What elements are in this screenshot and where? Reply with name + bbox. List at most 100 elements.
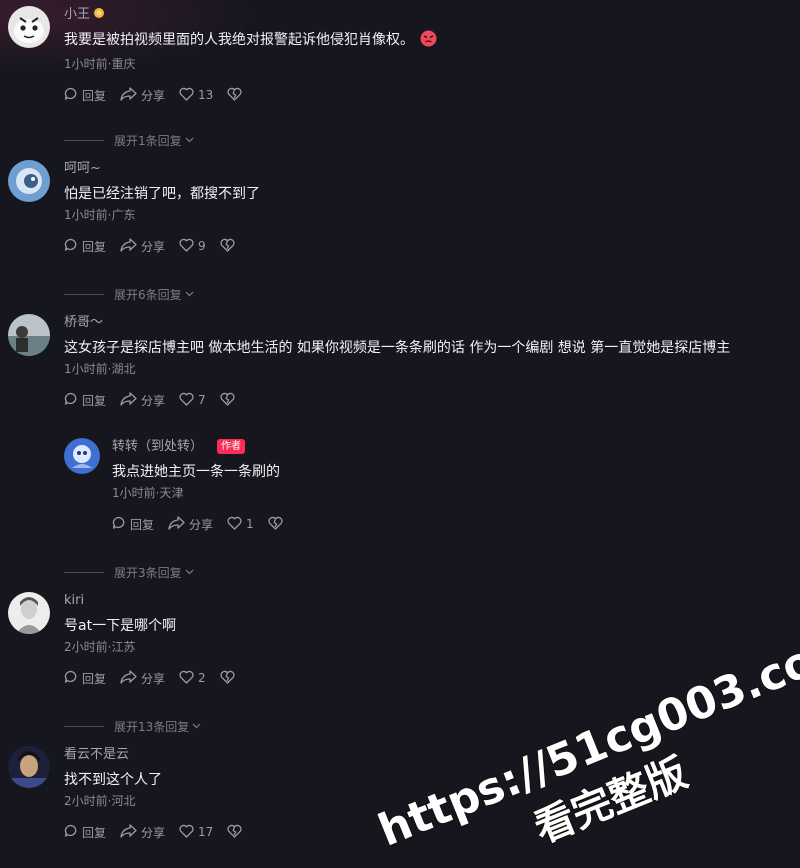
- dislike-icon: [220, 392, 239, 409]
- avatar[interactable]: [8, 314, 50, 356]
- expand-replies-button[interactable]: 展开3条回复: [64, 564, 194, 580]
- dislike-icon: [220, 238, 239, 255]
- dislike-icon: [227, 824, 246, 841]
- expand-replies-button[interactable]: 展开13条回复: [64, 718, 201, 734]
- divider: [64, 139, 104, 141]
- expand-label: 展开13条回复: [114, 719, 190, 734]
- like-count: 7: [198, 393, 206, 407]
- share-label: 分享: [189, 517, 214, 532]
- reply-button[interactable]: 回复: [64, 392, 106, 409]
- username[interactable]: kiri: [64, 592, 790, 610]
- comment-meta: 2小时前·河北: [64, 794, 136, 808]
- chevron-down-icon: [185, 565, 194, 579]
- heart-icon: [179, 87, 198, 104]
- like-count: 17: [198, 825, 214, 839]
- divider: [64, 293, 104, 295]
- reply-label: 回复: [82, 825, 107, 840]
- reply-label: 回复: [130, 517, 155, 532]
- dislike-icon: [227, 87, 246, 104]
- dislike-button[interactable]: [268, 516, 287, 533]
- reply-text: 我点进她主页一条一条刷的: [112, 464, 280, 480]
- dislike-button[interactable]: [227, 87, 246, 104]
- share-button[interactable]: 分享: [120, 237, 166, 255]
- share-icon: [120, 391, 141, 409]
- comment-text: 这女孩子是探店博主吧 做本地生活的 如果你视频是一条条刷的话 作为一个编剧 想说…: [64, 340, 731, 356]
- medal-icon: [93, 6, 105, 25]
- reply-label: 回复: [82, 393, 107, 408]
- like-button[interactable]: 13: [179, 87, 213, 104]
- dislike-button[interactable]: [220, 670, 239, 687]
- angry-emoji-icon: [420, 30, 437, 53]
- avatar[interactable]: [64, 438, 100, 474]
- like-button[interactable]: 9: [179, 238, 206, 255]
- reply-button[interactable]: 回复: [64, 824, 106, 841]
- avatar[interactable]: [8, 160, 50, 202]
- heart-icon: [179, 824, 198, 841]
- reply-label: 回复: [82, 671, 107, 686]
- share-button[interactable]: 分享: [120, 391, 166, 409]
- reply-button[interactable]: 回复: [112, 516, 154, 533]
- heart-icon: [179, 238, 198, 255]
- reply-button[interactable]: 回复: [64, 238, 106, 255]
- comment-text: 我要是被拍视频里面的人我绝对报警起诉他侵犯肖像权。: [64, 32, 414, 48]
- share-icon: [120, 237, 141, 255]
- reply-icon: [112, 516, 130, 533]
- expand-label: 展开3条回复: [114, 565, 182, 580]
- comment-text: 找不到这个人了: [64, 772, 162, 788]
- chevron-down-icon: [185, 287, 194, 301]
- heart-icon: [227, 516, 246, 533]
- share-button[interactable]: 分享: [168, 515, 214, 533]
- like-count: 9: [198, 239, 206, 253]
- avatar[interactable]: [8, 6, 50, 48]
- divider: [64, 571, 104, 573]
- expand-replies-button[interactable]: 展开6条回复: [64, 286, 194, 302]
- author-badge: 作者: [217, 439, 246, 454]
- like-button[interactable]: 17: [179, 824, 213, 841]
- reply-icon: [64, 87, 82, 104]
- comment-text: 号at一下是哪个啊: [64, 618, 177, 634]
- share-icon: [120, 669, 141, 687]
- dislike-button[interactable]: [220, 392, 239, 409]
- share-icon: [120, 86, 141, 104]
- share-label: 分享: [141, 393, 166, 408]
- share-icon: [168, 515, 189, 533]
- dislike-button[interactable]: [227, 824, 246, 841]
- like-count: 13: [198, 88, 214, 102]
- username[interactable]: 桥哥～: [64, 314, 790, 332]
- share-button[interactable]: 分享: [120, 823, 166, 841]
- comment-meta: 1小时前·广东: [64, 208, 136, 222]
- share-button[interactable]: 分享: [120, 669, 166, 687]
- like-button[interactable]: 1: [227, 516, 254, 533]
- share-label: 分享: [141, 88, 166, 103]
- comment-meta: 2小时前·江苏: [64, 640, 136, 654]
- chevron-down-icon: [185, 133, 194, 147]
- avatar[interactable]: [8, 746, 50, 788]
- reply-button[interactable]: 回复: [64, 670, 106, 687]
- comment-meta: 1小时前·湖北: [64, 362, 136, 376]
- like-count: 1: [246, 517, 254, 531]
- reply-icon: [64, 238, 82, 255]
- comment-meta: 1小时前·重庆: [64, 57, 136, 71]
- like-button[interactable]: 2: [179, 670, 206, 687]
- avatar[interactable]: [8, 592, 50, 634]
- share-button[interactable]: 分享: [120, 86, 166, 104]
- share-label: 分享: [141, 671, 166, 686]
- reply-label: 回复: [82, 88, 107, 103]
- heart-icon: [179, 670, 198, 687]
- dislike-icon: [268, 516, 287, 533]
- share-label: 分享: [141, 239, 166, 254]
- expand-label: 展开1条回复: [114, 133, 182, 148]
- reply-button[interactable]: 回复: [64, 87, 106, 104]
- like-button[interactable]: 7: [179, 392, 206, 409]
- dislike-button[interactable]: [220, 238, 239, 255]
- reply-icon: [64, 670, 82, 687]
- expand-replies-button[interactable]: 展开1条回复: [64, 132, 194, 148]
- reply-icon: [64, 392, 82, 409]
- like-count: 2: [198, 671, 206, 685]
- username[interactable]: 小王: [64, 7, 90, 22]
- share-label: 分享: [141, 825, 166, 840]
- username[interactable]: 呵呵~: [64, 160, 790, 178]
- username[interactable]: 转转（到处转）: [112, 439, 203, 454]
- divider: [64, 725, 104, 727]
- username[interactable]: 看云不是云: [64, 746, 790, 764]
